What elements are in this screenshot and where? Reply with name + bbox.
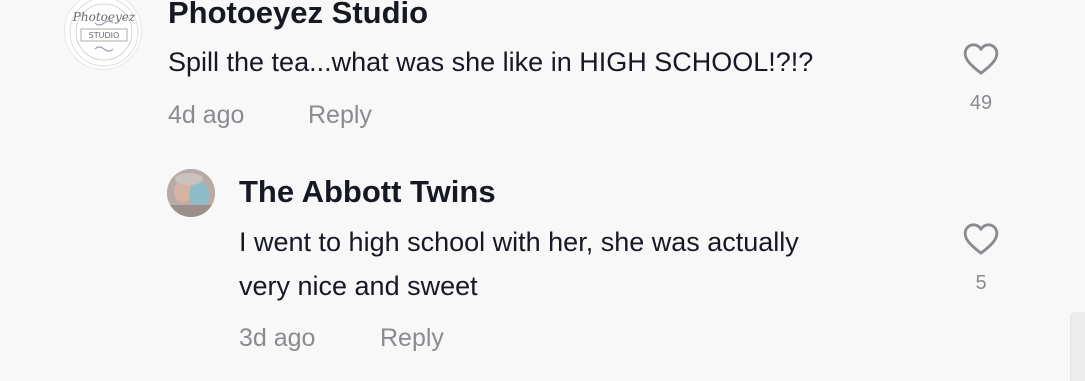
reply-text-line-2: very nice and sweet (239, 271, 478, 301)
avatar[interactable]: Photoeyez STUDIO (64, 0, 142, 70)
reply-button[interactable]: Reply (380, 324, 444, 353)
like-button[interactable] (961, 39, 1001, 79)
reply-timestamp: 3d ago (239, 324, 316, 352)
comment-author[interactable]: Photoeyez Studio (168, 0, 428, 31)
avatar[interactable] (167, 169, 215, 217)
photoeyez-logo-icon: Photoeyez STUDIO (69, 0, 139, 67)
comments-panel: Photoeyez STUDIO Photoeyez Studio Spill … (0, 0, 1085, 381)
comment-text: Spill the tea...what was she like in HIG… (168, 47, 814, 77)
like-count: 5 (975, 272, 987, 294)
like-count: 49 (969, 92, 993, 114)
heart-outline-icon (963, 223, 999, 255)
like-button[interactable] (961, 219, 1001, 259)
heart-outline-icon (963, 43, 999, 75)
reply-author[interactable]: The Abbott Twins (239, 174, 496, 210)
avatar-logo-script: Photoeyez (72, 10, 136, 24)
scrollbar[interactable] (1070, 312, 1085, 381)
comment-timestamp: 4d ago (168, 101, 245, 129)
avatar-logo-caption: STUDIO (89, 31, 120, 40)
reply-button[interactable]: Reply (308, 101, 372, 130)
reply-text-line-1: I went to high school with her, she was … (239, 227, 799, 257)
avatar-photo (167, 169, 215, 217)
